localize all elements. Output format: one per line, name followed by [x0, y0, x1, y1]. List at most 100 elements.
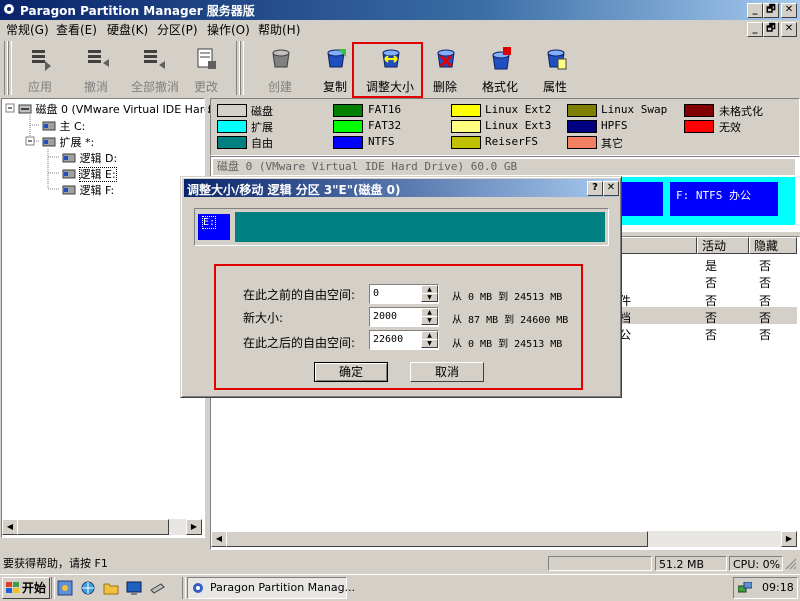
tree-node-logical-e[interactable]: 逻辑 E: [62, 166, 117, 182]
toolbar: 应用 撤消 全部撤消 更改 创建 复制 调整大小 删除 格式化 属性 [0, 39, 800, 98]
free-before-spinner[interactable]: ▲ ▼ [369, 284, 439, 304]
scroll-left-button[interactable]: ◀ [211, 531, 227, 547]
spin-down-button[interactable]: ▼ [421, 293, 438, 302]
partition-block-f[interactable]: F: NTFS 办公 [668, 180, 780, 218]
scroll-thumb[interactable] [226, 531, 648, 547]
legend-label: HPFS [601, 119, 628, 132]
free-after-spinner[interactable]: ▲ ▼ [369, 330, 439, 350]
menu-disk[interactable]: 硬盘(K) [107, 21, 148, 38]
quicklaunch-folder-icon[interactable] [103, 580, 119, 596]
status-cpu: CPU: 0% [729, 556, 783, 571]
tray-network-icon[interactable] [738, 582, 752, 594]
resize-grip-icon[interactable] [785, 558, 797, 570]
tree-node-logical-d[interactable]: 逻辑 D: [62, 150, 117, 166]
table-cell: 否 [705, 311, 718, 325]
delete-icon [437, 49, 455, 68]
tree-horizontal-scrollbar[interactable]: ◀ ▶ [2, 519, 202, 535]
legend-swatch [333, 120, 363, 133]
copy-icon [327, 49, 346, 68]
legend-label: 扩展 [251, 121, 273, 134]
cancel-button[interactable]: 取消 [410, 362, 484, 382]
partition-icon [62, 185, 76, 195]
legend-swatch [451, 104, 481, 117]
change-icon [197, 48, 216, 69]
tree-node-logical-f[interactable]: 逻辑 F: [62, 182, 114, 198]
start-button[interactable]: 开始 [2, 577, 50, 599]
menu-help[interactable]: 帮助(H) [258, 21, 300, 38]
undo-all-button[interactable]: 全部撤消 [124, 41, 186, 95]
free-before-label: 在此之前的自由空间: [243, 288, 356, 302]
child-restore-button[interactable]: 🗗 [763, 22, 779, 37]
format-button[interactable]: 格式化 [472, 41, 528, 95]
scroll-thumb[interactable] [17, 519, 169, 535]
legend-label: Linux Ext2 [485, 103, 552, 116]
app-icon [193, 583, 203, 593]
minimize-button[interactable]: _ [747, 3, 763, 18]
table-horizontal-scrollbar[interactable]: ◀ ▶ [211, 531, 797, 547]
delete-button[interactable]: 删除 [417, 41, 473, 95]
system-tray: 09:18 [733, 577, 798, 599]
quicklaunch-app-icon[interactable] [57, 580, 73, 596]
legend-label: Linux Ext3 [485, 119, 552, 132]
window-title-bar[interactable]: Paragon Partition Manager 服务器版 _ 🗗 ✕ [0, 0, 800, 20]
ok-button[interactable]: 确定 [314, 362, 388, 382]
dialog-close-button[interactable]: ✕ [603, 181, 619, 196]
child-close-button[interactable]: ✕ [781, 22, 797, 37]
tree-node-disk[interactable]: 磁盘 0 (VMware Virtual IDE Hard [18, 101, 211, 117]
table-cell: 否 [759, 294, 772, 308]
tree-node-extended[interactable]: 扩展 *: [42, 134, 94, 150]
partition-handle[interactable]: E: [196, 212, 232, 242]
resize-highlight [352, 42, 423, 98]
change-button[interactable]: 更改 [178, 41, 234, 95]
legend-label: 磁盘 [251, 105, 273, 118]
close-button[interactable]: ✕ [781, 3, 797, 18]
partition-size-bar: E: [194, 208, 609, 246]
table-cell: 否 [705, 328, 718, 342]
menu-general[interactable]: 常规(G) [6, 21, 49, 38]
free-before-input[interactable] [371, 286, 421, 300]
window-title: Paragon Partition Manager 服务器版 [20, 4, 255, 18]
create-button[interactable]: 创建 [252, 41, 308, 95]
undo-button[interactable]: 撤消 [68, 41, 124, 95]
toolbar-separator [240, 41, 244, 95]
menu-partition[interactable]: 分区(P) [157, 21, 198, 38]
scroll-left-button[interactable]: ◀ [2, 519, 18, 535]
legend-label: 其它 [601, 137, 623, 150]
free-after-range: 从 0 MB 到 24513 MB [452, 339, 563, 350]
taskbar-separator [182, 577, 186, 599]
clock[interactable]: 09:18 [762, 578, 794, 598]
free-after-label: 在此之后的自由空间: [243, 336, 356, 350]
tree-node-primary-c[interactable]: 主 C: [42, 118, 85, 134]
status-memory: 51.2 MB [655, 556, 727, 571]
disk-map-header: 磁盘 0 (VMware Virtual IDE Hard Drive) 60.… [213, 159, 795, 175]
quicklaunch-drive-icon[interactable] [149, 580, 165, 596]
taskbar-task-paragon[interactable]: Paragon Partition Manag... [187, 577, 355, 599]
quicklaunch-globe-icon[interactable] [80, 580, 96, 596]
maximize-button[interactable]: 🗗 [763, 3, 779, 18]
free-space-region[interactable] [235, 212, 605, 242]
quicklaunch-desktop-icon[interactable] [126, 580, 142, 596]
menu-operation[interactable]: 操作(O) [207, 21, 250, 38]
child-minimize-button[interactable]: _ [747, 22, 763, 37]
apply-button[interactable]: 应用 [12, 41, 68, 95]
legend-swatch [567, 120, 597, 133]
column-header-hidden[interactable]: 隐藏 [749, 237, 797, 254]
legend-label: Linux Swap [601, 103, 668, 116]
app-icon [4, 4, 14, 14]
spin-down-button[interactable]: ▼ [421, 316, 438, 325]
spin-down-button[interactable]: ▼ [421, 339, 438, 348]
new-size-spinner[interactable]: ▲ ▼ [369, 307, 439, 327]
legend-label: FAT32 [368, 119, 402, 132]
scroll-right-button[interactable]: ▶ [186, 519, 202, 535]
new-size-input[interactable] [371, 309, 421, 323]
legend-swatch [333, 136, 363, 149]
column-header-active[interactable]: 活动 [697, 237, 749, 254]
legend-swatch [567, 136, 597, 149]
properties-button[interactable]: 属性 [527, 41, 583, 95]
menu-view[interactable]: 查看(E) [56, 21, 97, 38]
scroll-right-button[interactable]: ▶ [781, 531, 797, 547]
dialog-help-button[interactable]: ? [587, 181, 603, 196]
status-help-text: 要获得帮助，请按 F1 [3, 557, 108, 570]
dialog-title-bar[interactable]: 调整大小/移动 逻辑 分区 3"E"(磁盘 0) ? ✕ [184, 179, 619, 197]
free-after-input[interactable] [371, 332, 421, 346]
